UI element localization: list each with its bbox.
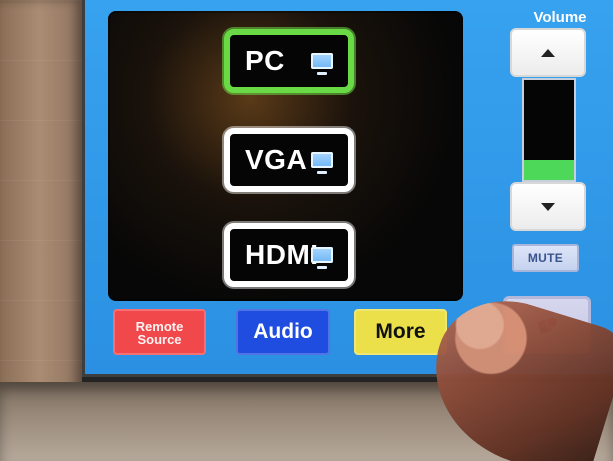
remote-source-button[interactable]: Remote Source [113, 309, 206, 355]
volume-fill [524, 160, 574, 180]
flag-icon [536, 314, 558, 336]
mute-button-label: MUTE [527, 251, 564, 265]
volume-down-icon [541, 202, 555, 211]
audio-button[interactable]: Audio [236, 309, 330, 355]
source-panel: PC VGA HDMI [108, 11, 463, 301]
monitor-icon [311, 53, 333, 75]
remote-source-label-line1: Remote [135, 318, 184, 334]
source-label-vga: VGA [245, 144, 308, 175]
source-label-hdmi: HDMI [245, 239, 319, 270]
control-button[interactable] [503, 296, 591, 354]
more-button[interactable]: More [354, 309, 447, 355]
touchpanel-scene: PC VGA HDMI Remote Source Audio More Vol… [0, 0, 613, 461]
volume-label: Volume [533, 9, 587, 26]
volume-meter [522, 78, 576, 182]
more-button-label: More [375, 320, 426, 343]
audio-button-label: Audio [253, 320, 313, 343]
touchscreen: PC VGA HDMI Remote Source Audio More Vol… [82, 0, 613, 377]
volume-up-button[interactable] [510, 28, 586, 77]
volume-down-button[interactable] [510, 182, 586, 231]
remote-source-label-line2: Source [137, 331, 182, 347]
volume-up-icon [541, 48, 555, 57]
bottom-bezel [0, 382, 613, 461]
monitor-icon [311, 152, 333, 174]
monitor-icon [311, 247, 333, 269]
source-button-pc[interactable]: PC [224, 29, 354, 93]
mute-button[interactable]: MUTE [512, 244, 579, 272]
source-label-pc: PC [245, 45, 285, 76]
source-button-hdmi[interactable]: HDMI [224, 223, 354, 287]
source-button-vga[interactable]: VGA [224, 128, 354, 192]
